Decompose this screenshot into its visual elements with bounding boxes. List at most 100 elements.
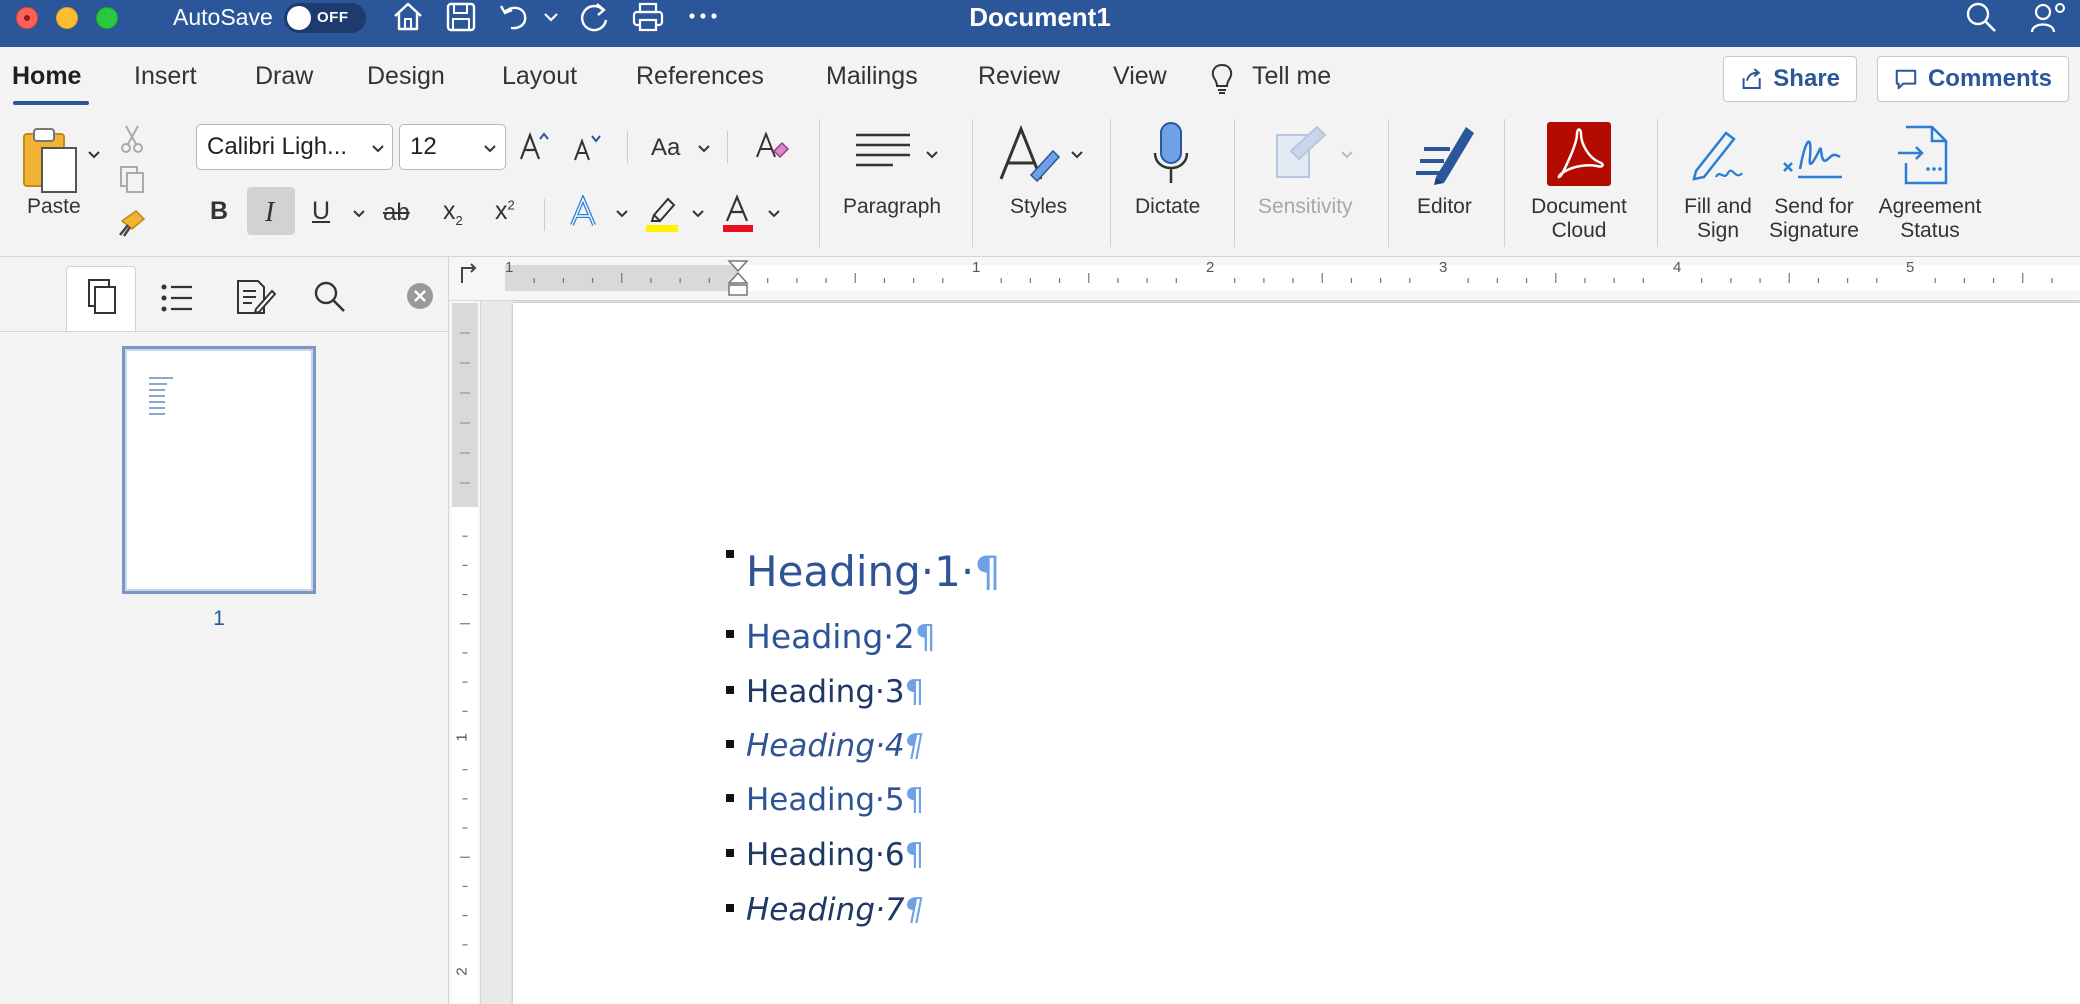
change-case-button[interactable]: Aa <box>651 134 680 162</box>
tab-draw[interactable]: Draw <box>255 62 313 91</box>
tab-layout[interactable]: Layout <box>502 62 577 91</box>
font-name-select[interactable]: Calibri Ligh... <box>196 124 393 170</box>
heading-4[interactable]: Heading·4¶ <box>746 728 924 764</box>
tab-home[interactable]: Home <box>12 62 81 91</box>
send-for-signature-icon[interactable] <box>1780 127 1846 185</box>
highlighter-icon[interactable] <box>644 193 680 233</box>
vertical-ruler[interactable]: 1 2 <box>449 301 481 1004</box>
send-for-signature-label[interactable]: Send for Signature <box>1764 195 1864 243</box>
styles-chevron-icon[interactable] <box>1069 147 1085 163</box>
ruler-number: 2 <box>1206 259 1215 276</box>
heading-1[interactable]: Heading·1·¶ <box>746 547 1001 596</box>
editor-icon[interactable] <box>1414 121 1478 187</box>
window-maximize-button[interactable] <box>96 7 118 29</box>
font-color-icon[interactable] <box>721 193 755 233</box>
microphone-icon[interactable] <box>1151 121 1191 189</box>
shrink-font-icon[interactable] <box>572 131 606 163</box>
italic-button[interactable]: I <box>265 197 274 229</box>
heading-2[interactable]: Heading·2¶ <box>746 617 936 656</box>
superscript-button[interactable]: x2 <box>495 197 515 226</box>
page-thumbnail[interactable] <box>122 346 316 594</box>
font-size-value: 12 <box>410 133 437 160</box>
cut-icon[interactable] <box>118 123 146 155</box>
styles-icon[interactable] <box>997 123 1061 189</box>
window-close-button[interactable] <box>16 7 38 29</box>
lightbulb-icon[interactable] <box>1209 62 1235 96</box>
fill-and-sign-label[interactable]: Fill and Sign <box>1676 195 1760 243</box>
document-cloud-icon[interactable] <box>1547 122 1611 186</box>
agreement-status-icon[interactable] <box>1896 123 1952 187</box>
tab-mailings[interactable]: Mailings <box>826 62 918 91</box>
share-button[interactable]: Share <box>1723 56 1857 102</box>
format-painter-icon[interactable] <box>116 207 148 239</box>
bold-button[interactable]: B <box>210 197 228 226</box>
heading-6[interactable]: Heading·6¶ <box>746 837 924 873</box>
tab-view[interactable]: View <box>1113 62 1167 91</box>
font-color-chevron-icon[interactable] <box>766 206 782 222</box>
subscript-x: x <box>443 197 456 225</box>
agreement-status-label[interactable]: Agreement Status <box>1871 195 1989 243</box>
heading-5[interactable]: Heading·5¶ <box>746 782 924 818</box>
grow-font-icon[interactable] <box>518 129 552 163</box>
underline-chevron-icon[interactable] <box>351 206 367 222</box>
heading-3[interactable]: Heading·3¶ <box>746 674 924 710</box>
comments-button[interactable]: Comments <box>1877 56 2069 102</box>
window-minimize-button[interactable] <box>56 7 78 29</box>
more-options-icon[interactable] <box>687 0 719 34</box>
acrobat-icon <box>1557 128 1604 179</box>
ribbon-tabs: Home Insert Draw Design Layout Reference… <box>0 47 2080 109</box>
underline-button[interactable]: U <box>312 197 330 226</box>
list-bullet <box>726 550 734 558</box>
paragraph-chevron-icon[interactable] <box>924 147 940 163</box>
paste-label[interactable]: Paste <box>27 195 81 219</box>
search-icon[interactable] <box>312 279 348 315</box>
print-icon[interactable] <box>631 0 665 34</box>
outline-list-icon[interactable] <box>160 282 194 314</box>
tab-insert[interactable]: Insert <box>134 62 197 91</box>
editor-label[interactable]: Editor <box>1417 195 1472 219</box>
thumbnails-icon[interactable] <box>85 278 119 316</box>
font-name-value: Calibri Ligh... <box>207 133 348 160</box>
horizontal-ruler[interactable]: 1 1 2 3 4 5 <box>449 257 2080 301</box>
highlighter-chevron-icon[interactable] <box>690 206 706 222</box>
search-icon[interactable] <box>1964 0 1998 34</box>
heading-7[interactable]: Heading·7¶ <box>746 892 924 928</box>
clear-formatting-icon[interactable] <box>754 129 790 163</box>
redo-icon[interactable] <box>577 0 611 34</box>
copy-icon[interactable] <box>117 164 147 194</box>
strikethrough-button[interactable]: ab <box>383 199 410 227</box>
subscript-button[interactable]: x2 <box>443 197 463 228</box>
fill-and-sign-icon[interactable] <box>1688 125 1748 185</box>
paragraph-label[interactable]: Paragraph <box>843 195 941 219</box>
clipboard-icon[interactable] <box>20 126 84 198</box>
tab-references[interactable]: References <box>636 62 764 91</box>
agreement-line2: Status <box>1900 219 1960 242</box>
document-edit-icon[interactable] <box>234 277 276 317</box>
font-name-chevron-icon[interactable] <box>370 141 386 157</box>
autosave-toggle[interactable]: OFF <box>284 3 366 33</box>
text-effects-icon[interactable] <box>568 195 602 231</box>
undo-dropdown-chevron-icon[interactable] <box>542 0 560 34</box>
close-pane-icon[interactable] <box>405 281 435 311</box>
tab-design[interactable]: Design <box>367 62 445 91</box>
tell-me-search[interactable]: Tell me <box>1252 62 1331 91</box>
dictate-label[interactable]: Dictate <box>1135 195 1200 219</box>
font-size-chevron-icon[interactable] <box>482 141 498 157</box>
indent-marker-icon[interactable] <box>727 259 749 299</box>
group-divider <box>819 119 820 247</box>
home-icon[interactable] <box>391 0 425 34</box>
account-icon[interactable] <box>2030 0 2070 34</box>
change-case-chevron-icon[interactable] <box>696 141 712 157</box>
page-number: 1 <box>213 607 225 630</box>
paragraph-icon[interactable] <box>853 127 913 177</box>
undo-icon[interactable] <box>497 0 531 34</box>
styles-label[interactable]: Styles <box>1010 195 1067 219</box>
document-cloud-label[interactable]: Document Cloud <box>1526 195 1632 243</box>
ruler-number: 3 <box>1439 259 1448 276</box>
ruler-ticks <box>460 332 470 946</box>
tab-review[interactable]: Review <box>978 62 1060 91</box>
share-icon <box>1742 68 1761 89</box>
save-icon[interactable] <box>444 0 478 34</box>
paste-dropdown-chevron-icon[interactable] <box>86 147 102 163</box>
text-effects-chevron-icon[interactable] <box>614 206 630 222</box>
